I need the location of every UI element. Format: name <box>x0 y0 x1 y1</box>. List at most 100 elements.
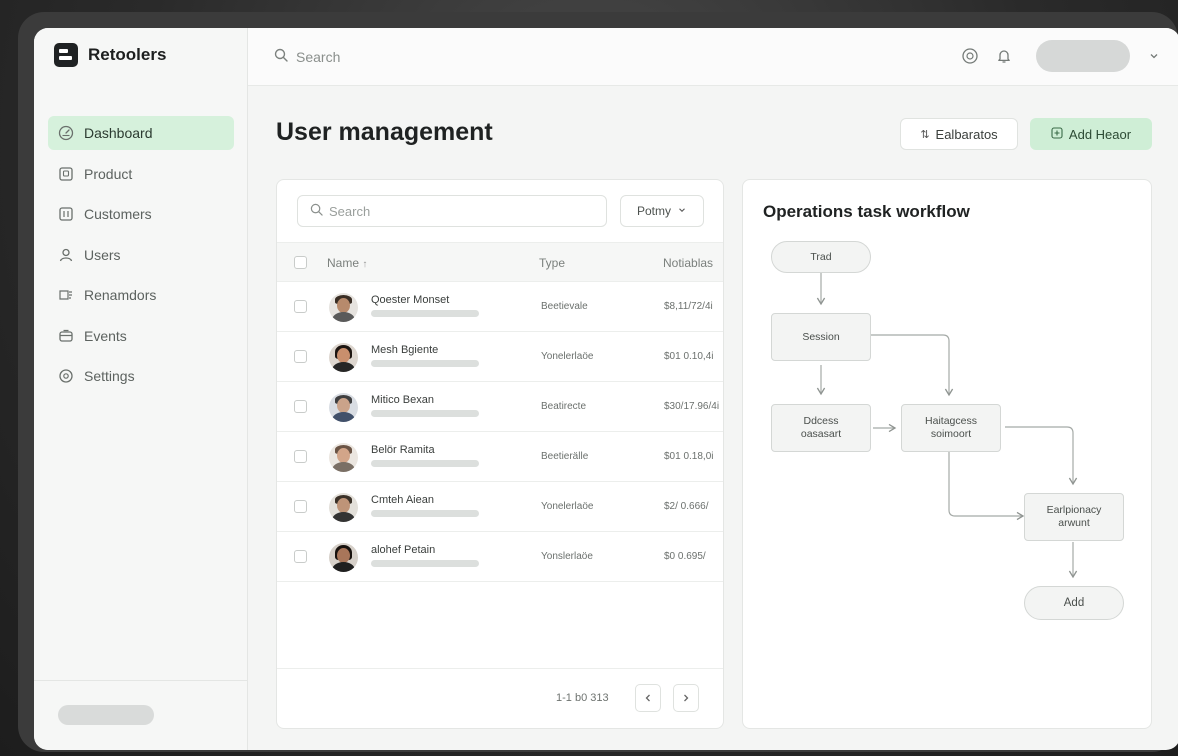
workflow-node-session[interactable]: Session <box>771 313 871 361</box>
sidebar-item-label: Users <box>84 246 121 263</box>
row-number: $30/17.96/4i <box>664 401 720 412</box>
row-type: Beetievale <box>541 301 588 312</box>
row-name: Mesh Bgiente <box>371 344 439 356</box>
bell-icon[interactable] <box>994 46 1014 66</box>
brand-name: Retoolers <box>88 45 167 64</box>
sidebar-item-label: Customers <box>84 206 152 222</box>
table-row[interactable]: alohef Petain Yonslerlaöe $0 0.695/ <box>277 532 723 582</box>
table-footer: 1-1 b0 313 <box>277 668 723 728</box>
row-name: Qoester Monset <box>371 294 450 306</box>
sidebar-footer <box>34 680 248 750</box>
sidebar-item-label: Renamdors <box>84 287 157 303</box>
chevron-down-icon[interactable] <box>1144 46 1164 66</box>
avatar <box>329 543 358 572</box>
avatar <box>329 493 358 522</box>
avatar <box>329 343 358 372</box>
workflow-card: Operations task workflow Trad Session Dd… <box>742 179 1152 729</box>
row-number: $01 0.18,0i <box>664 451 714 462</box>
column-header-name[interactable]: Name ↑ <box>327 256 367 270</box>
table-row[interactable]: Mitico Bexan Beatirecte $30/17.96/4i <box>277 382 723 432</box>
product-icon <box>58 166 74 182</box>
sidebar-item-users[interactable]: Users <box>48 238 234 272</box>
row-subtitle-placeholder <box>371 360 479 367</box>
row-checkbox[interactable] <box>294 550 307 563</box>
settings-icon <box>58 368 74 384</box>
filter-dropdown-label: Potmy <box>636 204 671 218</box>
row-name: Cmteh Aiean <box>371 494 434 506</box>
row-name: alohef Petain <box>371 544 436 556</box>
help-icon[interactable] <box>960 46 980 66</box>
row-number: $0 0.695/ <box>664 551 706 562</box>
row-number: $01 0.10,4i <box>664 351 714 362</box>
add-header-button[interactable]: Add Heaor <box>1030 118 1152 150</box>
row-type: Yonelerlaöe <box>541 501 594 512</box>
filter-dropdown[interactable]: Potmy <box>620 195 704 227</box>
row-subtitle-placeholder <box>371 510 479 517</box>
row-name: Belör Ramita <box>371 444 435 456</box>
secondary-action-label: Ealbaratos <box>935 126 998 142</box>
row-checkbox[interactable] <box>294 500 307 513</box>
table-search-input[interactable]: Search <box>297 195 607 227</box>
sidebar-item-product[interactable]: Product <box>48 157 234 191</box>
workflow-node-add[interactable]: Add <box>1024 586 1124 620</box>
workflow-node-start[interactable]: Trad <box>771 241 871 273</box>
sidebar-item-label: Events <box>84 327 127 344</box>
row-number: $8,11/72/4i <box>664 301 713 312</box>
workflow-node-decision[interactable]: Ddcess oasasart <box>771 404 871 452</box>
column-header-type[interactable]: Type <box>539 256 565 270</box>
sidebar-item-events[interactable]: Events <box>48 319 234 353</box>
row-checkbox[interactable] <box>294 450 307 463</box>
connector-session-management <box>871 334 954 397</box>
filter-sliders-icon: ⇅ <box>920 128 930 141</box>
chevron-right-icon <box>684 694 689 702</box>
pagination-info: 1-1 b0 313 <box>556 692 609 704</box>
row-subtitle-placeholder <box>371 410 479 417</box>
sidebar: Retoolers Dashboard Product Customers Us… <box>34 28 248 750</box>
avatar <box>329 293 358 322</box>
row-subtitle-placeholder <box>371 310 479 317</box>
secondary-action-button[interactable]: ⇅ Ealbaratos <box>900 118 1018 150</box>
table-header: Name ↑ Type Notiablas <box>277 242 723 282</box>
brand[interactable]: Retoolers <box>54 43 166 67</box>
connector-management-employment <box>1005 426 1078 486</box>
global-search-input[interactable]: Search <box>274 48 340 65</box>
reminders-icon <box>58 287 74 303</box>
profile-toggle[interactable] <box>58 705 154 725</box>
workflow-node-management[interactable]: Haitagcess soimoort <box>901 404 1001 452</box>
row-checkbox[interactable] <box>294 350 307 363</box>
table-row[interactable]: Mesh Bgiente Yonelerlaöe $01 0.10,4i <box>277 332 723 382</box>
row-subtitle-placeholder <box>371 460 479 467</box>
workflow-node-employment[interactable]: Earlpionacy arwunt <box>1024 493 1124 541</box>
user-menu[interactable] <box>1036 40 1130 72</box>
row-type: Beatirecte <box>541 401 587 412</box>
chevron-left-icon <box>645 694 650 702</box>
customers-icon <box>58 206 74 222</box>
search-icon <box>310 203 323 219</box>
app-window: Retoolers Dashboard Product Customers Us… <box>34 28 1178 750</box>
sidebar-item-reminders[interactable]: Renamdors <box>48 278 234 312</box>
connector-management-employment-2 <box>948 451 1025 521</box>
next-page-button[interactable] <box>673 684 699 712</box>
events-icon <box>58 328 74 344</box>
table-row[interactable]: Cmteh Aiean Yonelerlaöe $2/ 0.666/ <box>277 482 723 532</box>
page-title: User management <box>276 118 493 146</box>
add-icon <box>1051 126 1063 142</box>
table-row[interactable]: Qoester Monset Beetievale $8,11/72/4i <box>277 282 723 332</box>
sidebar-item-dashboard[interactable]: Dashboard <box>48 116 234 150</box>
sidebar-item-label: Dashboard <box>84 125 153 141</box>
user-table-card: Search Potmy Name ↑ Type Notiablas Qoest… <box>276 179 724 729</box>
row-checkbox[interactable] <box>294 400 307 413</box>
row-type: Yonelerlaöe <box>541 351 594 362</box>
table-search-placeholder: Search <box>329 203 371 219</box>
search-icon <box>274 48 288 65</box>
sidebar-item-customers[interactable]: Customers <box>48 197 234 231</box>
select-all-checkbox[interactable] <box>294 256 307 269</box>
prev-page-button[interactable] <box>635 684 661 712</box>
column-header-number[interactable]: Notiablas <box>663 256 723 270</box>
topbar: Search <box>248 28 1178 86</box>
sidebar-item-settings[interactable]: Settings <box>48 359 234 393</box>
row-subtitle-placeholder <box>371 560 479 567</box>
table-row[interactable]: Belör Ramita Beetierälle $01 0.18,0i <box>277 432 723 482</box>
row-checkbox[interactable] <box>294 300 307 313</box>
row-name: Mitico Bexan <box>371 394 434 406</box>
